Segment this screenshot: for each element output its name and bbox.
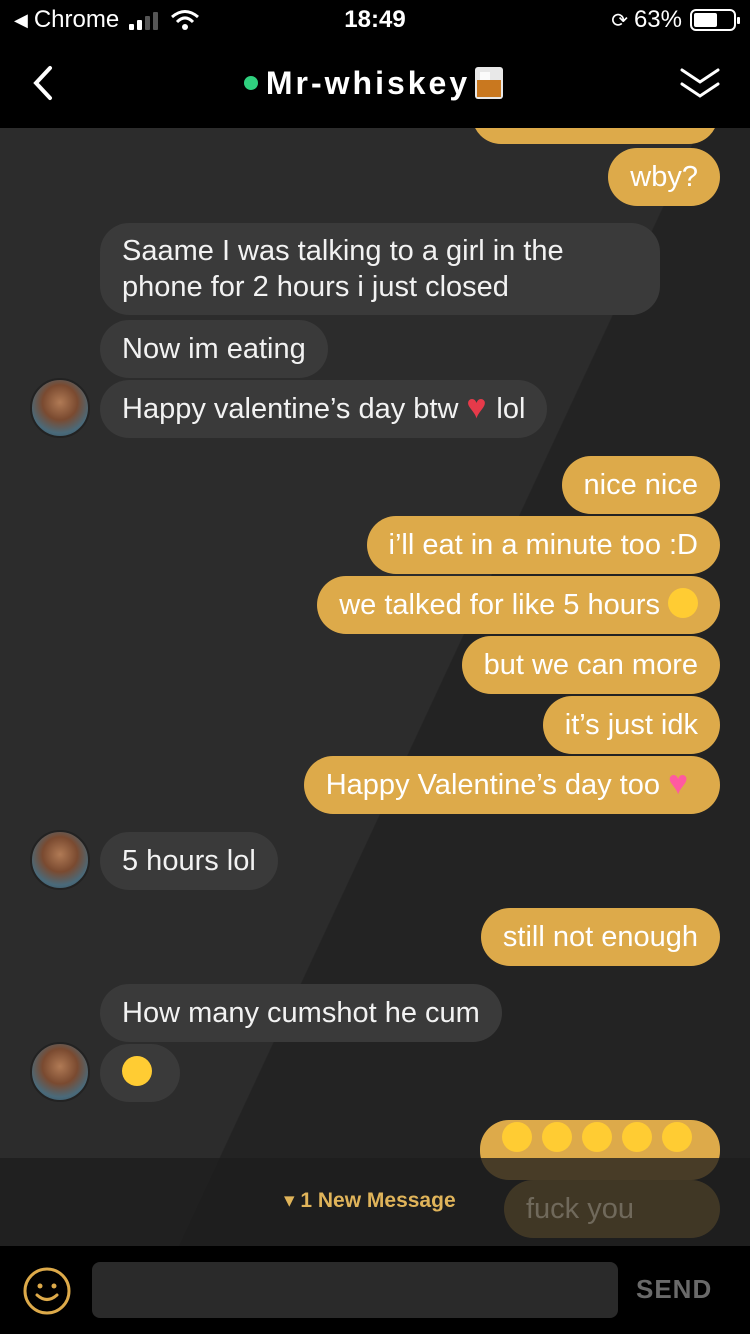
contact-avatar[interactable] — [30, 378, 90, 438]
battery-icon — [690, 9, 740, 31]
message-text: but we can more — [483, 649, 698, 681]
message-text: i’ll eat in a minute too :D — [388, 529, 698, 561]
status-bar: ◀ Chrome 18:49 ⟳ 63% — [0, 0, 750, 40]
message-text-suffix: lol — [496, 393, 526, 425]
message-text: it’s just idk — [564, 709, 698, 741]
message-bubble[interactable]: How many cumshot he cum — [100, 984, 502, 1042]
tears-of-joy-icon — [662, 1122, 692, 1152]
message-bubble[interactable]: Happy valentine’s day btw lol — [100, 380, 548, 438]
composer: SEND — [0, 1246, 750, 1334]
message-bubble[interactable]: we talked for like 5 hours — [317, 576, 720, 634]
message-bubble[interactable]: nice nice — [561, 456, 720, 514]
new-message-label[interactable]: ▾ 1 New Message — [284, 1188, 456, 1213]
tears-of-joy-icon — [582, 1122, 612, 1152]
message-text: still not enough — [502, 921, 698, 953]
status-right: ⟳ 63% — [611, 6, 740, 34]
tears-of-joy-icon — [502, 1122, 532, 1152]
orientation-lock-icon: ⟳ — [611, 9, 628, 32]
tears-of-joy-icon — [622, 1122, 652, 1152]
new-message-banner[interactable]: ▾ 1 New Message fuck you — [0, 1158, 750, 1246]
message-text: Happy Valentine’s day too — [325, 769, 660, 801]
message-bubble[interactable]: still not enough — [480, 908, 720, 966]
message-bubble[interactable]: 5 hours lol — [100, 832, 278, 890]
send-button[interactable]: SEND — [636, 1274, 712, 1305]
message-preview-text: fuck you — [526, 1193, 634, 1225]
contact-avatar[interactable] — [30, 1042, 90, 1102]
message-bubble[interactable]: Happy Valentine’s day too — [303, 756, 720, 814]
message-text: 5 hours lol — [122, 845, 256, 877]
message-list[interactable]: wby? Saame I was talking to a girl in th… — [0, 128, 750, 1246]
tears-of-joy-icon — [542, 1122, 572, 1152]
contact-avatar[interactable] — [30, 830, 90, 890]
whiskey-glass-icon — [475, 67, 504, 99]
message-text: Happy valentine’s day btw — [122, 393, 459, 425]
message-text: nice nice — [583, 469, 698, 501]
emoji-row — [502, 1122, 692, 1152]
message-text: How many cumshot he cum — [122, 997, 480, 1029]
message-bubble[interactable]: wby? — [608, 148, 720, 206]
contact-name: Mr-whiskey — [265, 64, 471, 101]
online-status-dot — [243, 76, 258, 90]
message-bubble-partial — [472, 128, 718, 144]
battery-percent: 63% — [633, 6, 682, 33]
emoji-picker-icon[interactable] — [22, 1266, 72, 1316]
message-bubble[interactable]: Saame I was talking to a girl in the pho… — [100, 223, 660, 315]
message-bubble[interactable]: i’ll eat in a minute too :D — [366, 516, 720, 574]
two-hearts-icon — [668, 768, 698, 798]
sweat-smile-icon — [668, 588, 698, 619]
message-text: Saame I was talking to a girl in the pho… — [122, 235, 564, 303]
collapse-chevrons-icon[interactable] — [678, 62, 722, 106]
message-bubble-preview: fuck you — [504, 1180, 720, 1238]
heart-on-fire-icon — [466, 392, 496, 422]
contact-title[interactable]: Mr-whiskey — [0, 64, 750, 102]
chat-header: Mr-whiskey — [0, 40, 750, 128]
message-bubble[interactable]: Now im eating — [100, 320, 328, 378]
message-input[interactable] — [92, 1262, 618, 1318]
message-text: wby? — [630, 161, 698, 193]
message-text: Now im eating — [122, 333, 306, 365]
message-bubble[interactable]: it’s just idk — [542, 696, 720, 754]
message-bubble[interactable]: but we can more — [461, 636, 720, 694]
message-text: we talked for like 5 hours — [339, 589, 660, 621]
tears-of-joy-icon — [122, 1056, 152, 1087]
message-bubble[interactable] — [100, 1044, 180, 1102]
